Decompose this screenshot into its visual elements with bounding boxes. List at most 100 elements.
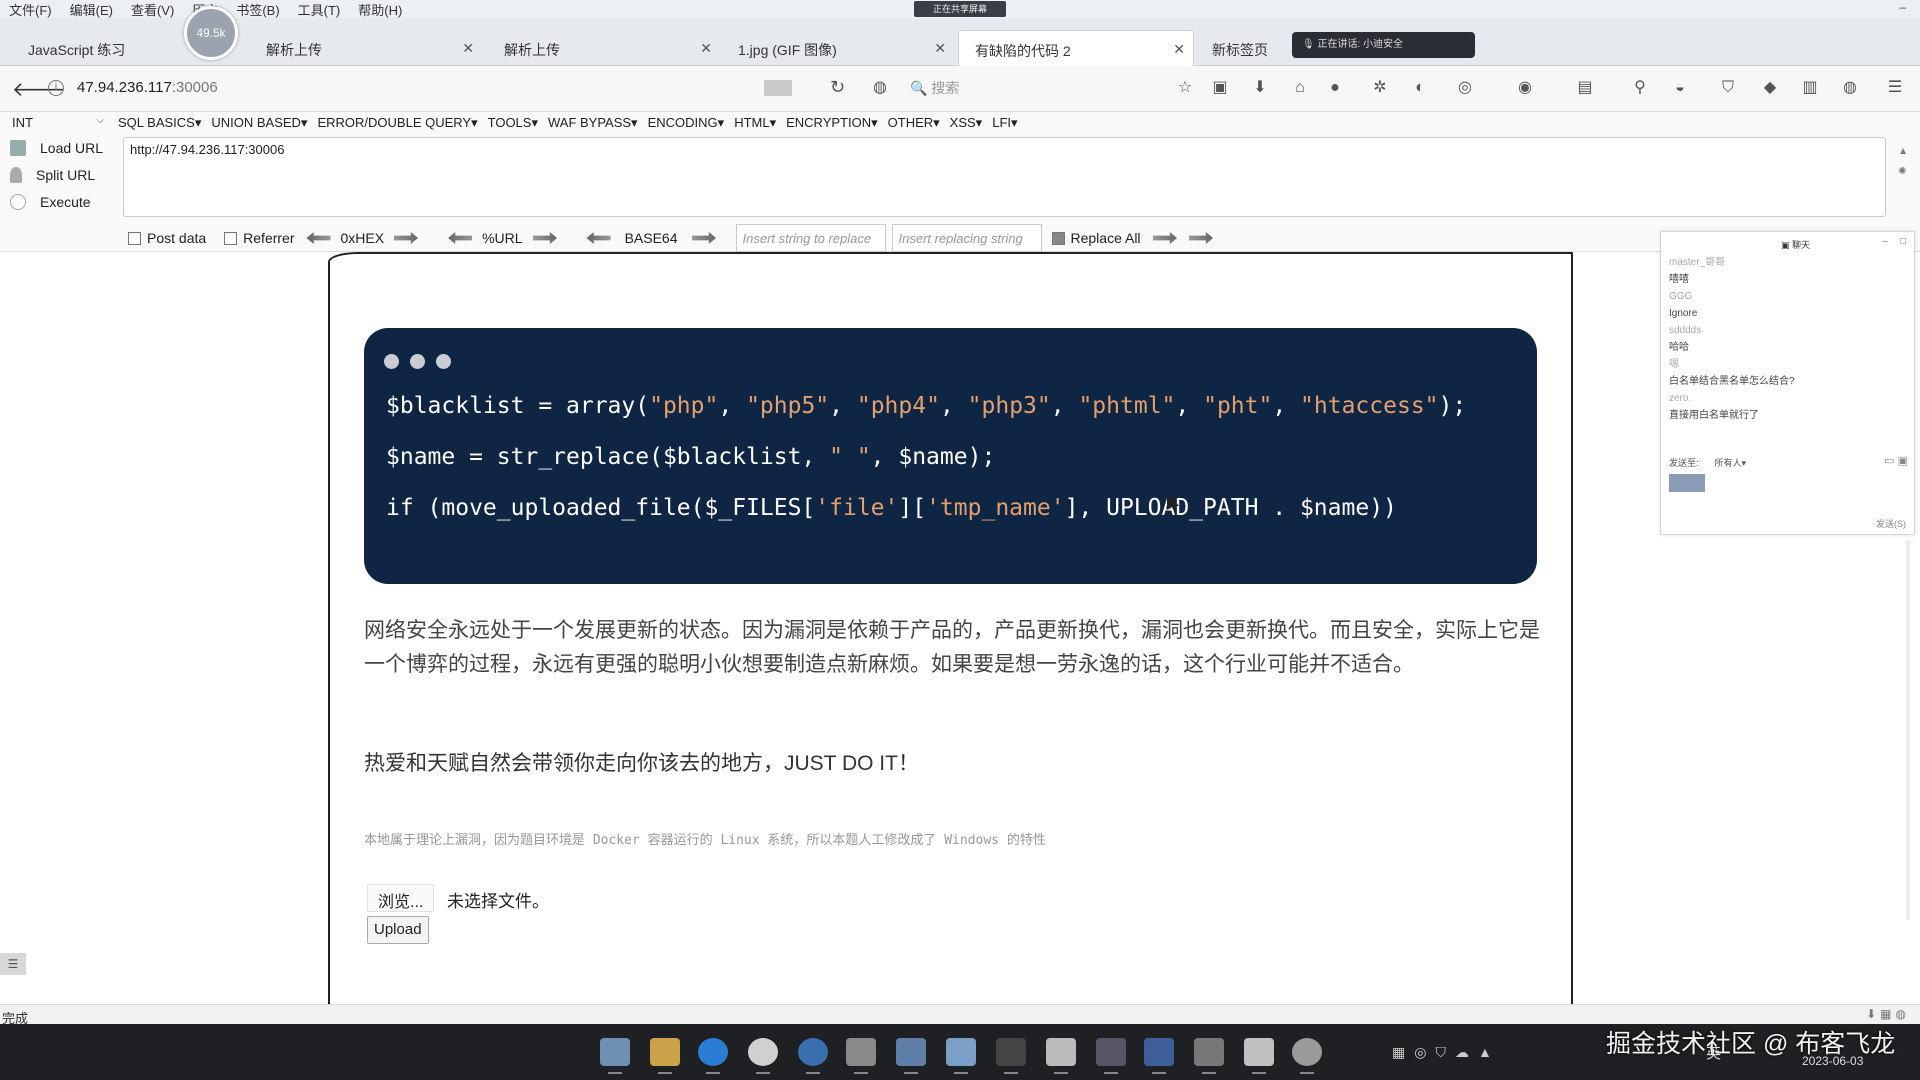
extension-icon[interactable]: ▥ — [1800, 78, 1820, 98]
file-browse-button[interactable]: 浏览... — [367, 884, 435, 912]
extension-icon[interactable]: ✲ — [1370, 78, 1390, 98]
extension-icon[interactable]: ◐ — [1410, 78, 1430, 98]
taskbar-app-icon[interactable] — [1096, 1038, 1126, 1074]
taskbar-app-icon[interactable] — [600, 1038, 630, 1074]
sidebar-toggle-icon[interactable]: ☰ — [0, 953, 26, 975]
minimize-icon[interactable]: – — [1899, 0, 1906, 14]
taskbar-app-icon[interactable] — [946, 1038, 976, 1074]
post-data-checkbox[interactable] — [128, 231, 141, 245]
extension-icon[interactable]: ◍ — [1840, 78, 1860, 98]
recipient-select[interactable]: 所有人▾ — [1715, 458, 1747, 468]
taskbar-app-icon[interactable] — [1046, 1038, 1076, 1074]
scrollbar[interactable] — [1906, 540, 1910, 920]
close-icon[interactable]: ✕ — [1173, 41, 1185, 58]
extension-icon[interactable]: ▦ — [1880, 1007, 1895, 1021]
file-explorer-icon[interactable] — [650, 1038, 680, 1074]
menu-tools[interactable]: 工具(T) — [289, 0, 350, 19]
hb-menu-other[interactable]: OTHER▾ — [888, 115, 940, 131]
chat-send-button[interactable]: 发送(S) — [1876, 517, 1906, 530]
shield-icon[interactable] — [1144, 1038, 1174, 1074]
hb-menu-sql-basics[interactable]: SQL BASICS▾ — [118, 115, 201, 131]
hb-menu-encoding[interactable]: ENCODING▾ — [648, 115, 725, 131]
replace-all-icon[interactable] — [1051, 231, 1065, 245]
hb-menu-union-based[interactable]: UNION BASED▾ — [211, 115, 307, 131]
search-input[interactable]: 🔍 搜索 — [910, 78, 959, 98]
menu-bookmarks[interactable]: 书签(B) — [227, 0, 288, 19]
hb-menu-tools[interactable]: TOOLS▾ — [488, 115, 538, 131]
hackbar-url-textarea[interactable]: http://47.94.236.117:30006 — [123, 137, 1886, 217]
shield-icon[interactable]: ⛉ — [1718, 78, 1738, 98]
extension-icon[interactable]: ● — [1325, 78, 1345, 98]
replace-string-input[interactable]: Insert string to replace — [735, 224, 886, 252]
arrow-right-icon[interactable] — [692, 232, 716, 244]
arrow-left-icon[interactable] — [306, 232, 331, 244]
file-icon[interactable]: ▭ — [1884, 455, 1894, 467]
extension-icon[interactable]: ◒ — [1670, 78, 1690, 98]
chat-input[interactable] — [1669, 474, 1705, 492]
extension-icon[interactable]: ◎ — [1455, 78, 1475, 98]
tab-gif-image[interactable]: 1.jpg (GIF 图像) ✕ — [722, 30, 954, 66]
chat-app-icon[interactable] — [1292, 1038, 1322, 1074]
taskbar-app-icon[interactable] — [996, 1038, 1026, 1074]
hb-menu-error-double-query[interactable]: ERROR/DOUBLE QUERY▾ — [317, 115, 477, 131]
hb-menu-xss[interactable]: XSS▾ — [950, 115, 983, 131]
edge-browser-icon[interactable] — [698, 1038, 728, 1074]
address-bar[interactable]: 47.94.236.117:30006 — [77, 79, 218, 96]
replace-all-label[interactable]: Replace All — [1071, 230, 1141, 246]
maximize-icon[interactable]: □ — [1900, 236, 1906, 247]
extension-icon[interactable]: ◍ — [1896, 1007, 1910, 1021]
execute-button[interactable]: Execute — [10, 194, 91, 210]
hb-menu-lfi[interactable]: LFI▾ — [992, 115, 1017, 131]
arrow-left-icon[interactable] — [448, 232, 473, 244]
arrow-right-icon[interactable] — [1153, 232, 1177, 244]
upload-button[interactable]: Upload — [367, 916, 429, 944]
tab-upload-1[interactable]: 解析上传 ✕ — [250, 30, 482, 66]
load-url-button[interactable]: Load URL — [10, 140, 103, 156]
arrow-right-icon[interactable] — [533, 232, 557, 244]
zoom-icon[interactable]: ⚲ — [1630, 78, 1650, 98]
split-url-button[interactable]: Split URL — [10, 167, 95, 183]
referrer-checkbox[interactable] — [224, 231, 238, 245]
home-icon[interactable]: ⌂ — [1290, 78, 1310, 98]
extension-icon[interactable]: ◉ — [1515, 78, 1535, 98]
arrow-right-icon[interactable] — [394, 232, 418, 244]
taskbar-app-icon[interactable] — [846, 1038, 876, 1074]
hb-menu-encryption[interactable]: ENCRYPTION▾ — [786, 115, 878, 131]
tray-icon[interactable]: ☁ — [1455, 1044, 1478, 1060]
screenshot-icon[interactable]: ▣ — [1898, 455, 1908, 467]
hb-menu-html[interactable]: HTML▾ — [734, 115, 776, 131]
replacing-string-input[interactable]: Insert replacing string — [891, 224, 1042, 252]
tab-new[interactable]: 新标签页 — [1196, 30, 1286, 66]
tray-icon[interactable]: ▦ — [1392, 1044, 1414, 1060]
extension-icon[interactable]: ◆ — [1760, 78, 1780, 98]
hackbar-type-select[interactable]: INT ⌵ — [12, 115, 104, 130]
menu-file[interactable]: 文件(F) — [0, 0, 61, 19]
bookmark-star-icon[interactable]: ☆ — [1175, 78, 1195, 98]
settings-icon[interactable]: ✺ — [1898, 162, 1908, 182]
reload-icon[interactable]: ↻ — [830, 77, 845, 98]
arrow-right-icon[interactable] — [1189, 232, 1213, 244]
tray-icon[interactable]: ▲ — [1478, 1044, 1501, 1060]
page-action-icon[interactable] — [764, 80, 792, 96]
extension-icon[interactable]: ▤ — [1575, 78, 1595, 98]
menu-help[interactable]: 帮助(H) — [349, 0, 411, 19]
menu-view[interactable]: 查看(V) — [122, 0, 183, 19]
hb-menu-waf-bypass[interactable]: WAF BYPASS▾ — [548, 115, 638, 131]
close-icon[interactable]: ✕ — [700, 40, 712, 57]
menu-edit[interactable]: 编辑(E) — [61, 0, 122, 19]
taskbar-app-icon[interactable] — [1244, 1038, 1274, 1074]
download-icon[interactable]: ⬇ — [1250, 78, 1270, 98]
taskbar-app-icon[interactable] — [1194, 1038, 1224, 1074]
chrome-browser-icon[interactable] — [748, 1038, 778, 1074]
download-icon[interactable]: ⬇ — [1866, 1007, 1880, 1021]
tab-vulnerable-code[interactable]: 有缺陷的代码 2 ✕ — [958, 30, 1194, 66]
close-icon[interactable]: ✕ — [934, 40, 946, 57]
minimize-icon[interactable]: – — [1882, 236, 1888, 247]
clipboard-icon[interactable]: ▣ — [1210, 78, 1230, 98]
arrow-left-icon[interactable] — [586, 232, 611, 244]
input-method-indicator[interactable]: 英 — [1706, 1042, 1721, 1063]
firefox-browser-icon[interactable] — [798, 1038, 828, 1074]
tray-icon[interactable]: ◎ — [1414, 1044, 1435, 1060]
hamburger-menu-icon[interactable]: ☰ — [1885, 78, 1905, 98]
info-icon[interactable]: i — [48, 80, 64, 96]
